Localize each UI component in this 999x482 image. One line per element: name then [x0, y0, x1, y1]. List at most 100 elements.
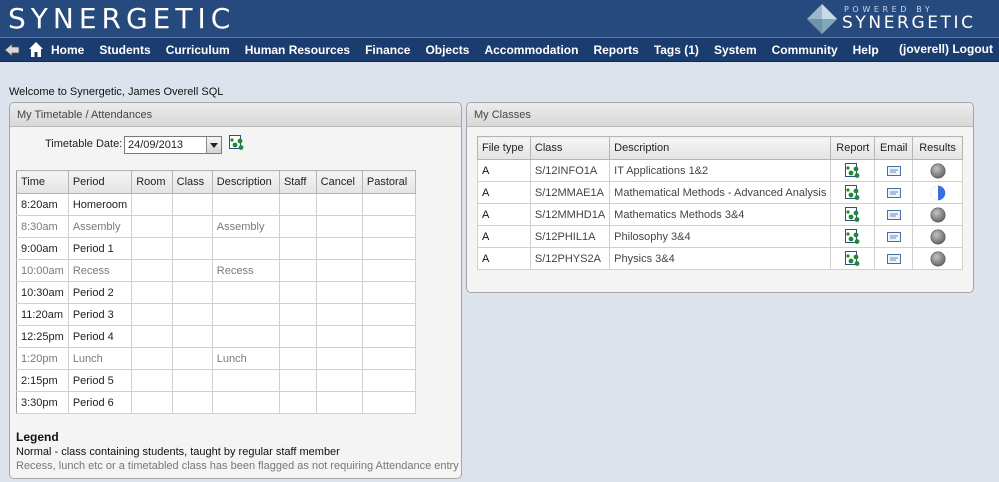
report-icon[interactable] [844, 250, 861, 266]
room-cell [131, 215, 173, 238]
column-header: Room [131, 170, 173, 194]
report-icon[interactable] [844, 228, 861, 244]
nav-item-reports[interactable]: Reports [593, 43, 638, 57]
class-row: A S/12INFO1A IT Applications 1&2 [477, 159, 963, 182]
room-cell [131, 237, 173, 260]
description-cell: Lunch [211, 347, 280, 370]
welcome-message: Welcome to Synergetic, James Overell SQL [9, 86, 224, 98]
email-icon[interactable] [886, 209, 901, 221]
timetable-date-select[interactable]: 24/09/2013 [124, 136, 222, 154]
class-cell [171, 303, 213, 326]
cancel-cell [315, 259, 363, 282]
timetable-row: 10:00am Recess Recess [16, 259, 417, 282]
nav-item-home[interactable]: Home [51, 43, 84, 57]
grey-circle-icon[interactable] [930, 229, 946, 244]
period-cell: Period 6 [67, 391, 133, 414]
class-code-cell: S/12MMHD1A [529, 203, 611, 226]
column-header: Description [609, 136, 832, 160]
file-type-cell: A [477, 181, 531, 204]
report-icon[interactable] [229, 135, 245, 151]
grey-circle-icon[interactable] [930, 163, 946, 178]
nav-item-system[interactable]: System [714, 43, 757, 57]
period-cell: Period 1 [67, 237, 133, 260]
grey-circle-icon[interactable] [930, 251, 946, 266]
class-cell [171, 391, 213, 414]
legend: Legend Normal - class containing student… [16, 430, 459, 473]
staff-cell [278, 303, 317, 326]
logout-link[interactable]: (joverell) Logout [899, 38, 993, 61]
column-header: Class [529, 136, 611, 160]
nav-item-community[interactable]: Community [772, 43, 838, 57]
report-cell [830, 159, 876, 182]
column-header: Time [16, 170, 69, 194]
pastoral-cell [361, 369, 417, 392]
main-nav: Home Students Curriculum Human Resources… [0, 37, 999, 62]
time-cell: 10:00am [16, 259, 69, 282]
nav-item-human-resources[interactable]: Human Resources [245, 43, 350, 57]
pastoral-cell [361, 325, 417, 348]
chevron-down-icon[interactable] [206, 137, 221, 153]
email-icon[interactable] [886, 253, 901, 265]
synergetic-logo: SYNERGETIC [8, 2, 236, 35]
legend-flagged: Recess, lunch etc or a timetabled class … [16, 460, 459, 472]
nav-item-help[interactable]: Help [853, 43, 879, 57]
report-icon[interactable] [844, 184, 861, 200]
class-cell [171, 237, 213, 260]
class-description-cell: Physics 3&4 [609, 247, 832, 270]
email-icon[interactable] [886, 165, 901, 177]
results-cell [912, 225, 963, 248]
nav-item-accommodation[interactable]: Accommodation [484, 43, 578, 57]
period-cell: Lunch [67, 347, 133, 370]
period-cell: Recess [67, 259, 133, 282]
nav-item-students[interactable]: Students [99, 43, 150, 57]
room-cell [131, 193, 173, 216]
time-cell: 2:15pm [16, 369, 69, 392]
classes-panel-title: My Classes [467, 103, 973, 127]
powered-by-brand: SYNERGETIC [842, 13, 976, 33]
nav-item-curriculum[interactable]: Curriculum [166, 43, 230, 57]
time-cell: 11:20am [16, 303, 69, 326]
report-icon[interactable] [844, 162, 861, 178]
nav-item-tags[interactable]: Tags (1) [654, 43, 699, 57]
timetable-row: 2:15pm Period 5 [16, 369, 417, 392]
results-cell [912, 247, 963, 270]
report-icon[interactable] [844, 206, 861, 222]
class-cell [171, 215, 213, 238]
time-cell: 12:25pm [16, 325, 69, 348]
email-icon[interactable] [886, 187, 901, 199]
nav-item-objects[interactable]: Objects [425, 43, 469, 57]
class-code-cell: S/12PHIL1A [529, 225, 611, 248]
email-cell [874, 159, 914, 182]
class-description-cell: Mathematics Methods 3&4 [609, 203, 832, 226]
pastoral-cell [361, 281, 417, 304]
description-cell [211, 281, 280, 304]
period-cell: Period 3 [67, 303, 133, 326]
email-icon[interactable] [886, 231, 901, 243]
description-cell: Assembly [211, 215, 280, 238]
grey-circle-icon[interactable] [930, 207, 946, 222]
room-cell [131, 391, 173, 414]
nav-item-finance[interactable]: Finance [365, 43, 410, 57]
class-code-cell: S/12MMAE1A [529, 181, 611, 204]
timetable-row: 3:30pm Period 6 [16, 391, 417, 414]
cancel-cell [315, 391, 363, 414]
pastoral-cell [361, 347, 417, 370]
class-row: A S/12MMHD1A Mathematics Methods 3&4 [477, 203, 963, 226]
staff-cell [278, 259, 317, 282]
class-description-cell: Philosophy 3&4 [609, 225, 832, 248]
timetable-panel-title: My Timetable / Attendances [10, 103, 461, 127]
home-icon[interactable] [28, 41, 44, 58]
period-cell: Assembly [67, 215, 133, 238]
room-cell [131, 325, 173, 348]
time-cell: 10:30am [16, 281, 69, 304]
timetable-row: 8:30am Assembly Assembly [16, 215, 417, 238]
class-row: A S/12MMAE1A Mathematical Methods - Advanc… [477, 181, 963, 204]
half-blue-circle-icon[interactable] [930, 185, 946, 200]
timetable-row: 11:20am Period 3 [16, 303, 417, 326]
room-cell [131, 259, 173, 282]
column-header: Description [211, 170, 280, 194]
back-arrow-icon[interactable] [4, 42, 20, 58]
results-cell [912, 203, 963, 226]
pastoral-cell [361, 259, 417, 282]
description-cell: Recess [211, 259, 280, 282]
